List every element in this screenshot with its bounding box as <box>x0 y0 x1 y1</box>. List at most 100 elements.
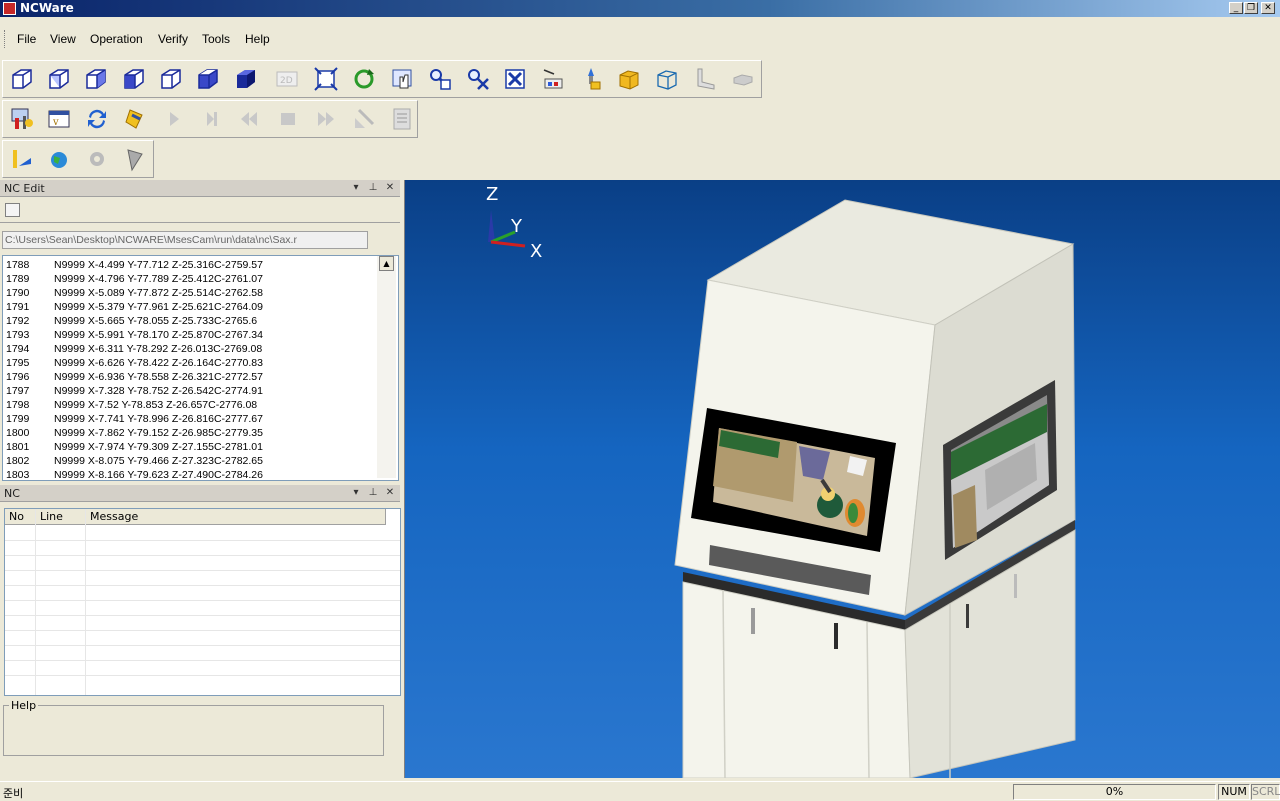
step-icon[interactable] <box>196 104 226 134</box>
refresh-icon[interactable] <box>82 104 112 134</box>
nc-line-number: 1788 <box>6 259 30 271</box>
divider <box>0 222 400 223</box>
menu-verify[interactable]: Verify <box>158 32 188 46</box>
nc-line-row[interactable]: 1789 N9999 X-4.796 Y-77.789 Z-25.412C-276… <box>6 272 263 286</box>
gear-icon[interactable] <box>82 144 112 174</box>
nc-line-row[interactable]: 1802 N9999 X-8.075 Y-79.466 Z-27.323C-278… <box>6 454 263 468</box>
view-toolbar: 2D <box>2 60 762 98</box>
tools-toolbar <box>2 140 154 178</box>
rotate-view-icon[interactable] <box>349 64 379 94</box>
menu-view[interactable]: View <box>50 32 76 46</box>
back-view-icon[interactable] <box>156 64 186 94</box>
measure-icon[interactable] <box>538 64 568 94</box>
nc-line-row[interactable]: 1792 N9999 X-5.665 Y-78.055 Z-25.733C-276… <box>6 314 257 328</box>
status-bar: 준비 0% NUM SCRL <box>0 781 1280 801</box>
solid-view-icon[interactable] <box>231 64 261 94</box>
nc-line-row[interactable]: 1788 N9999 X-4.499 Y-77.712 Z-25.316C-275… <box>6 258 263 272</box>
pin-icon[interactable]: ⊥ <box>367 487 379 499</box>
nc-code-list[interactable]: 1788 N9999 X-4.499 Y-77.712 Z-25.316C-275… <box>2 255 399 481</box>
right-view-icon[interactable] <box>81 64 111 94</box>
nc-line-row[interactable]: 1794 N9999 X-6.311 Y-78.292 Z-26.013C-276… <box>6 342 262 356</box>
help-box <box>3 705 384 756</box>
axis-z-label: Z <box>486 184 498 205</box>
fit-view-icon[interactable] <box>311 64 341 94</box>
menu-tools[interactable]: Tools <box>202 32 230 46</box>
nc-line-row[interactable]: 1796 N9999 X-6.936 Y-78.558 Z-26.321C-277… <box>6 370 263 384</box>
nc-line-row[interactable]: 1795 N9999 X-6.626 Y-78.422 Z-26.164C-277… <box>6 356 263 370</box>
machine-model[interactable] <box>674 199 1076 778</box>
nc-list-scrollbar[interactable]: ▲ <box>377 256 396 478</box>
rewind-icon[interactable] <box>234 104 264 134</box>
nc-edit-header: NC Edit ▾ ⊥ ✕ <box>0 180 400 197</box>
progress-pane: 0% <box>1013 784 1216 800</box>
zoom-window-icon[interactable] <box>500 64 530 94</box>
machine-scene[interactable]: Z Y X <box>405 180 1280 778</box>
stock-box-icon[interactable] <box>614 64 644 94</box>
fixture-icon[interactable] <box>690 64 720 94</box>
menu-help[interactable]: Help <box>245 32 270 46</box>
report-icon[interactable] <box>349 104 379 134</box>
dropdown-icon[interactable]: ▾ <box>350 487 362 499</box>
column-line[interactable]: Line <box>36 509 86 525</box>
column-message[interactable]: Message <box>86 509 386 525</box>
machine-setup-icon[interactable] <box>7 104 37 134</box>
nc-line-row[interactable]: 1803 N9999 X-8.166 Y-79.623 Z-27.490C-278… <box>6 468 263 480</box>
dropdown-icon[interactable]: ▾ <box>350 182 362 194</box>
3d-viewport[interactable]: Z Y X <box>404 180 1280 778</box>
zoom-fit-icon[interactable] <box>463 64 493 94</box>
axis-x-label: X <box>530 241 542 262</box>
message-table[interactable]: No Line Message <box>4 508 401 696</box>
nc-line-row[interactable]: 1798 N9999 X-7.52 Y-78.853 Z-26.657C-2776… <box>6 398 257 412</box>
settings-list-icon[interactable] <box>387 104 417 134</box>
cut-tool-icon[interactable] <box>120 144 150 174</box>
part-icon[interactable] <box>728 64 758 94</box>
nc-line-row[interactable]: 1790 N9999 X-5.089 Y-77.872 Z-25.514C-276… <box>6 286 263 300</box>
column-no[interactable]: No <box>5 509 36 525</box>
app-icon[interactable] <box>3 2 16 15</box>
nc-line-row[interactable]: 1791 N9999 X-5.379 Y-77.961 Z-25.621C-276… <box>6 300 263 314</box>
grid-divider <box>5 675 400 676</box>
nc-line-code: N9999 X-7.974 Y-79.309 Z-27.155C-2781.01 <box>54 441 263 453</box>
fast-forward-icon[interactable] <box>311 104 341 134</box>
nc-line-row[interactable]: 1800 N9999 X-7.862 Y-79.152 Z-26.985C-277… <box>6 426 263 440</box>
zoom-icon[interactable] <box>425 64 455 94</box>
pin-icon[interactable]: ⊥ <box>367 182 379 194</box>
front-view-icon[interactable] <box>44 64 74 94</box>
nc-file-path[interactable]: C:\Users\Sean\Desktop\NCWARE\MsesCam\run… <box>2 231 368 249</box>
grid-divider <box>35 509 36 695</box>
menu-grip[interactable] <box>4 30 8 48</box>
nc-program-icon[interactable]: v <box>44 104 74 134</box>
scroll-up-icon[interactable]: ▲ <box>379 256 394 271</box>
nc-edit-title: NC Edit <box>4 182 45 195</box>
nc-line-row[interactable]: 1801 N9999 X-7.974 Y-79.309 Z-27.155C-278… <box>6 440 263 454</box>
wire-box-icon[interactable] <box>652 64 682 94</box>
stop-icon[interactable] <box>273 104 303 134</box>
nc-line-row[interactable]: 1797 N9999 X-7.328 Y-78.752 Z-26.542C-277… <box>6 384 263 398</box>
play-icon[interactable] <box>159 104 189 134</box>
2d-view-icon[interactable]: 2D <box>272 64 302 94</box>
shaded-view-icon[interactable] <box>193 64 223 94</box>
simulate-icon[interactable] <box>120 104 150 134</box>
pan-hand-icon[interactable] <box>388 64 418 94</box>
list-view-icon[interactable] <box>5 203 20 217</box>
menu-operation[interactable]: Operation <box>90 32 143 46</box>
pencil-tool-icon[interactable] <box>7 144 37 174</box>
nc-panel-header: NC ▾ ⊥ ✕ <box>0 485 400 502</box>
minimize-button[interactable]: _ <box>1229 2 1243 14</box>
restore-button[interactable]: ❐ <box>1244 2 1258 14</box>
close-icon[interactable]: ✕ <box>384 182 396 194</box>
nc-line-row[interactable]: 1793 N9999 X-5.991 Y-78.170 Z-25.870C-276… <box>6 328 263 342</box>
nc-line-number: 1802 <box>6 455 30 467</box>
left-view-icon[interactable] <box>119 64 149 94</box>
nc-line-row[interactable]: 1799 N9999 X-7.741 Y-78.996 Z-26.816C-277… <box>6 412 263 426</box>
num-indicator: NUM <box>1218 784 1250 800</box>
tool-icon[interactable] <box>576 64 606 94</box>
close-icon[interactable]: ✕ <box>384 487 396 499</box>
2d-label: 2D <box>280 76 293 86</box>
nc-line-code: N9999 X-7.52 Y-78.853 Z-26.657C-2776.08 <box>54 399 258 411</box>
close-button[interactable]: ✕ <box>1261 2 1275 14</box>
globe-icon[interactable] <box>44 144 74 174</box>
menu-file[interactable]: File <box>17 32 36 46</box>
iso-view-icon[interactable] <box>7 64 37 94</box>
nc-line-code: N9999 X-6.626 Y-78.422 Z-26.164C-2770.83 <box>54 357 263 369</box>
